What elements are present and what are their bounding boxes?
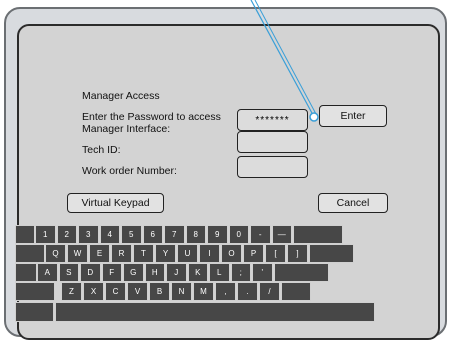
key-4-5[interactable]: B (149, 282, 170, 301)
key-3-10[interactable]: ; (230, 263, 251, 282)
virtual-keyboard: 1 2 3 4 5 6 7 8 9 0- — Q W E R T Y U I O P[] A S D F G H J K L; ' Z X C V B… (15, 225, 445, 335)
password-input[interactable]: ******* (237, 109, 308, 131)
key-1-8[interactable]: 8 (185, 225, 206, 244)
key-2-7[interactable]: U (177, 244, 198, 263)
key-2-3[interactable]: E (89, 244, 110, 263)
key-3-1[interactable]: A (37, 263, 58, 282)
key-blank[interactable] (293, 225, 343, 244)
key-blank[interactable] (15, 244, 45, 263)
key-4-4[interactable]: V (127, 282, 148, 301)
key-2-9[interactable]: O (221, 244, 242, 263)
key-4-6[interactable]: N (171, 282, 192, 301)
key-blank[interactable] (15, 302, 54, 322)
key-2-4[interactable]: R (111, 244, 132, 263)
key-blank[interactable] (15, 282, 55, 301)
key-1-5[interactable]: 5 (121, 225, 142, 244)
key-blank[interactable] (273, 263, 329, 282)
key-blank[interactable] (281, 282, 311, 301)
key-1-10[interactable]: 0 (228, 225, 249, 244)
key-2-11[interactable]: [ (265, 244, 286, 263)
key-2-8[interactable]: I (199, 244, 220, 263)
tech-id-label: Tech ID: (82, 144, 121, 156)
space-bar[interactable] (55, 302, 375, 322)
key-blank[interactable] (309, 244, 354, 263)
key-4-10[interactable]: / (259, 282, 280, 301)
key-3-7[interactable]: J (166, 263, 187, 282)
key-1-3[interactable]: 3 (78, 225, 99, 244)
key-1-6[interactable]: 6 (142, 225, 163, 244)
key-blank[interactable] (15, 263, 37, 282)
key-1-12[interactable]: — (271, 225, 292, 244)
key-1-9[interactable]: 9 (207, 225, 228, 244)
key-4-2[interactable]: X (83, 282, 104, 301)
cancel-button[interactable]: Cancel (318, 193, 388, 213)
key-1-2[interactable]: 2 (56, 225, 77, 244)
key-2-6[interactable]: Y (155, 244, 176, 263)
dialog-title: Manager Access (82, 90, 160, 102)
key-4-1[interactable]: Z (61, 282, 82, 301)
key-2-2[interactable]: W (67, 244, 88, 263)
key-3-5[interactable]: G (123, 263, 144, 282)
password-label-line2: Manager Interface: (82, 123, 171, 135)
key-4-9[interactable]: . (237, 282, 258, 301)
work-order-label: Work order Number: (82, 165, 177, 177)
key-3-9[interactable]: L (209, 263, 230, 282)
password-label: Enter the Password to access Manager Int… (82, 111, 221, 135)
key-1-7[interactable]: 7 (164, 225, 185, 244)
key-3-11[interactable]: ' (252, 263, 273, 282)
key-3-6[interactable]: H (144, 263, 165, 282)
key-2-1[interactable]: Q (45, 244, 66, 263)
key-3-4[interactable]: F (101, 263, 122, 282)
key-2-12[interactable]: ] (287, 244, 308, 263)
work-order-input[interactable] (237, 156, 308, 178)
enter-button[interactable]: Enter (319, 105, 387, 127)
key-1-11[interactable]: - (250, 225, 271, 244)
key-3-8[interactable]: K (187, 263, 208, 282)
key-2-5[interactable]: T (133, 244, 154, 263)
key-2-10[interactable]: P (243, 244, 264, 263)
key-4-8[interactable]: , (215, 282, 236, 301)
tech-id-input[interactable] (237, 131, 308, 153)
key-4-3[interactable]: C (105, 282, 126, 301)
key-3-2[interactable]: S (58, 263, 79, 282)
key-3-3[interactable]: D (80, 263, 101, 282)
password-label-line1: Enter the Password to access (82, 111, 221, 123)
key-1-1[interactable]: 1 (35, 225, 56, 244)
key-4-7[interactable]: M (193, 282, 214, 301)
key-1-4[interactable]: 4 (99, 225, 120, 244)
key-blank[interactable] (15, 225, 35, 244)
virtual-keypad-button[interactable]: Virtual Keypad (67, 193, 164, 213)
